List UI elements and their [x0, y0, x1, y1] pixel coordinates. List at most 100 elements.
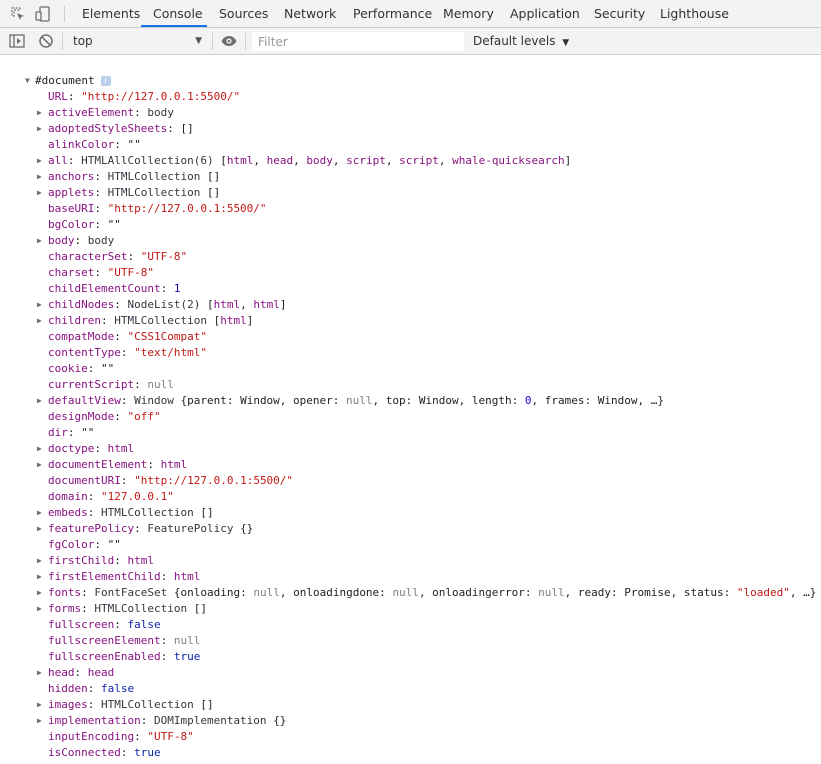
expand-triangle-icon[interactable]: ▶	[37, 505, 48, 521]
property-key: anchors	[48, 170, 95, 183]
property-row[interactable]: ▶ all: HTMLAllCollection(6) [html, head, …	[37, 153, 571, 169]
property-row[interactable]: fullscreenElement: null	[37, 633, 200, 649]
property-key: images	[48, 698, 88, 711]
live-expression-eye-icon[interactable]	[220, 32, 238, 50]
property-row[interactable]: designMode: "off"	[37, 409, 161, 425]
property-row[interactable]: URL: "http://127.0.0.1:5500/"	[37, 89, 240, 105]
property-value-part: HTMLCollection	[94, 602, 194, 615]
property-value-part: {parent: Window, opener:	[180, 394, 347, 407]
property-row[interactable]: ▶ body: body	[37, 233, 114, 249]
expand-triangle-icon[interactable]: ▶	[37, 553, 48, 569]
dropdown-arrow-icon: ▼	[195, 36, 202, 46]
expand-triangle-icon[interactable]: ▶	[37, 233, 48, 249]
property-row[interactable]: characterSet: "UTF-8"	[37, 249, 187, 265]
property-row[interactable]: ▶ applets: HTMLCollection []	[37, 185, 220, 201]
device-toolbar-icon[interactable]	[34, 5, 52, 23]
property-row[interactable]: ▶ firstElementChild: html	[37, 569, 200, 585]
expand-triangle-icon[interactable]: ▶	[37, 441, 48, 457]
tab-memory[interactable]: Memory	[443, 0, 494, 28]
property-row[interactable]: ▶ adoptedStyleSheets: []	[37, 121, 194, 137]
tab-application[interactable]: Application	[510, 0, 580, 28]
property-row[interactable]: ▶ anchors: HTMLCollection []	[37, 169, 220, 185]
property-row[interactable]: ▶ children: HTMLCollection [html]	[37, 313, 253, 329]
expand-triangle-icon[interactable]: ▶	[37, 121, 48, 137]
property-row[interactable]: ▶ head: head	[37, 665, 114, 681]
expand-triangle-icon[interactable]: ▶	[37, 393, 48, 409]
property-row[interactable]: hidden: false	[37, 681, 134, 697]
property-row[interactable]: baseURI: "http://127.0.0.1:5500/"	[37, 201, 267, 217]
property-row[interactable]: ▶ defaultView: Window {parent: Window, op…	[37, 393, 664, 409]
property-row[interactable]: ▶ images: HTMLCollection []	[37, 697, 214, 713]
property-key: all	[48, 154, 68, 167]
expand-triangle-icon[interactable]: ▶	[37, 313, 48, 329]
toolbar-divider	[62, 33, 63, 50]
property-value-part: ]	[279, 298, 287, 311]
property-row[interactable]: fullscreen: false	[37, 617, 161, 633]
document-node[interactable]: ▼ #document i	[25, 73, 111, 89]
property-row[interactable]: ▶ fonts: FontFaceSet {onloading: null, on…	[37, 585, 816, 601]
property-row[interactable]: ▶ activeElement: body	[37, 105, 174, 121]
property-row[interactable]: fullscreenEnabled: true	[37, 649, 200, 665]
property-row[interactable]: ▶ documentElement: html	[37, 457, 187, 473]
property-row[interactable]: isConnected: true	[37, 745, 161, 761]
expand-triangle-icon[interactable]: ▶	[37, 105, 48, 121]
expand-triangle-icon[interactable]: ▶	[37, 665, 48, 681]
expand-triangle-icon[interactable]: ▶	[37, 569, 48, 585]
expand-triangle-icon[interactable]: ▼	[25, 73, 35, 89]
property-row[interactable]: documentURI: "http://127.0.0.1:5500/"	[37, 473, 293, 489]
expand-triangle-icon[interactable]: ▶	[37, 713, 48, 729]
tab-security[interactable]: Security	[594, 0, 645, 28]
tab-sources[interactable]: Sources	[219, 0, 268, 28]
log-levels-dropdown[interactable]: Default levels ▼	[473, 31, 569, 51]
tab-lighthouse[interactable]: Lighthouse	[660, 0, 729, 28]
property-row[interactable]: domain: "127.0.0.1"	[37, 489, 174, 505]
property-key: forms	[48, 602, 82, 615]
property-value-part: html	[220, 314, 247, 327]
property-row[interactable]: dir: ""	[37, 425, 94, 441]
property-row[interactable]: cookie: ""	[37, 361, 114, 377]
expand-triangle-icon[interactable]: ▶	[37, 697, 48, 713]
property-row[interactable]: bgColor: ""	[37, 217, 121, 233]
property-row[interactable]: childElementCount: 1	[37, 281, 180, 297]
property-row[interactable]: ▶ embeds: HTMLCollection []	[37, 505, 214, 521]
console-toolbar: top ▼ Default levels ▼	[0, 28, 821, 55]
property-value-part: []	[200, 506, 214, 519]
property-key: children	[48, 314, 101, 327]
expand-triangle-icon[interactable]: ▶	[37, 457, 48, 473]
show-sidebar-icon[interactable]	[8, 32, 26, 50]
property-row[interactable]: inputEncoding: "UTF-8"	[37, 729, 194, 745]
property-row[interactable]: contentType: "text/html"	[37, 345, 207, 361]
clear-console-icon[interactable]	[37, 32, 55, 50]
property-row[interactable]: charset: "UTF-8"	[37, 265, 154, 281]
tab-network[interactable]: Network	[284, 0, 336, 28]
property-key: isConnected	[48, 746, 121, 759]
tab-elements[interactable]: Elements	[82, 0, 140, 28]
property-value-part: , …}	[789, 586, 817, 599]
property-row[interactable]: compatMode: "CSS1Compat"	[37, 329, 207, 345]
expand-triangle-icon[interactable]: ▶	[37, 153, 48, 169]
expand-triangle-icon[interactable]: ▶	[37, 297, 48, 313]
expand-triangle-icon[interactable]: ▶	[37, 185, 48, 201]
tab-console[interactable]: Console	[153, 0, 203, 28]
property-row[interactable]: ▶ implementation: DOMImplementation {}	[37, 713, 286, 729]
expand-triangle-icon[interactable]: ▶	[37, 521, 48, 537]
context-selector[interactable]: top ▼	[66, 31, 206, 51]
property-row[interactable]: ▶ featurePolicy: FeaturePolicy {}	[37, 521, 253, 537]
property-colon: :	[74, 666, 88, 679]
toolbar-divider	[245, 33, 246, 50]
expand-triangle-icon[interactable]: ▶	[37, 585, 48, 601]
property-row[interactable]: ▶ forms: HTMLCollection []	[37, 601, 207, 617]
tab-performance[interactable]: Performance	[353, 0, 432, 28]
property-colon: :	[87, 698, 101, 711]
property-row[interactable]: alinkColor: ""	[37, 137, 141, 153]
property-row[interactable]: fgColor: ""	[37, 537, 121, 553]
expand-triangle-icon[interactable]: ▶	[37, 601, 48, 617]
info-icon[interactable]: i	[100, 76, 111, 86]
expand-triangle-icon[interactable]: ▶	[37, 169, 48, 185]
property-row[interactable]: currentScript: null	[37, 377, 174, 393]
inspect-element-icon[interactable]	[9, 5, 27, 23]
property-row[interactable]: ▶ firstChild: html	[37, 553, 154, 569]
property-row[interactable]: ▶ childNodes: NodeList(2) [html, html]	[37, 297, 286, 313]
filter-input[interactable]	[252, 32, 464, 51]
property-row[interactable]: ▶ doctype: html	[37, 441, 134, 457]
